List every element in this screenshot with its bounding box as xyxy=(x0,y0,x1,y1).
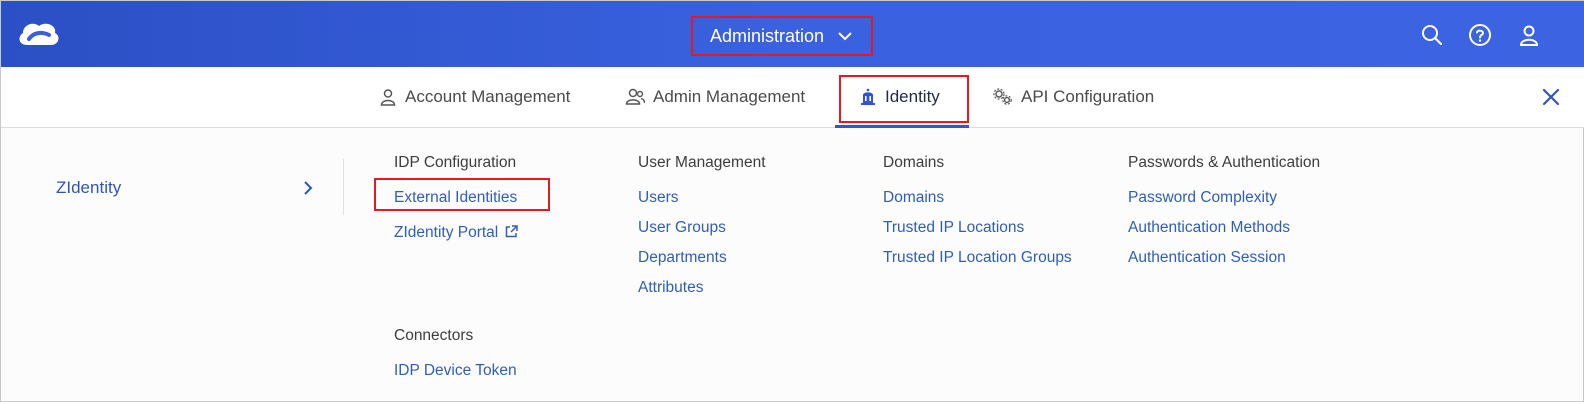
section-title: Connectors xyxy=(394,327,474,344)
link-users[interactable]: Users xyxy=(638,183,766,213)
section-title: User Management xyxy=(638,154,766,171)
administration-menu-button[interactable]: Administration xyxy=(691,16,873,56)
link-trusted-ip-location-groups[interactable]: Trusted IP Location Groups xyxy=(883,243,1072,273)
tab-active-indicator xyxy=(835,125,969,128)
gears-icon xyxy=(993,88,1012,105)
tab-bar: Account Management Admin Management Iden… xyxy=(1,67,1584,128)
link-password-complexity[interactable]: Password Complexity xyxy=(1128,183,1320,213)
tab-admin-management[interactable]: Admin Management xyxy=(625,67,805,127)
link-label: ZIdentity Portal xyxy=(394,224,499,241)
administration-menu-label: Administration xyxy=(709,25,825,46)
link-user-groups[interactable]: User Groups xyxy=(638,213,766,243)
sidebar-item-zidentity[interactable]: ZIdentity xyxy=(56,176,316,200)
section-domains: Domains Domains Trusted IP Locations Tru… xyxy=(883,153,1072,273)
sidebar-item-label: ZIdentity xyxy=(56,178,122,197)
chevron-right-icon xyxy=(304,181,313,195)
link-attributes[interactable]: Attributes xyxy=(638,273,766,303)
tab-label: Account Management xyxy=(405,87,571,106)
section-title: IDP Configuration xyxy=(394,154,517,171)
link-departments[interactable]: Departments xyxy=(638,243,766,273)
link-authentication-methods[interactable]: Authentication Methods xyxy=(1128,213,1320,243)
section-title: Passwords & Authentication xyxy=(1128,154,1321,171)
top-bar: Administration xyxy=(1,1,1584,67)
tab-label: API Configuration xyxy=(1021,87,1155,106)
external-identities-highlight xyxy=(374,178,550,211)
user-icon[interactable] xyxy=(1517,23,1541,47)
section-user-management: User Management Users User Groups Depart… xyxy=(638,153,766,303)
divider xyxy=(343,159,344,215)
chevron-down-icon xyxy=(838,32,852,41)
tab-api-configuration[interactable]: API Configuration xyxy=(993,67,1154,127)
link-trusted-ip-locations[interactable]: Trusted IP Locations xyxy=(883,213,1072,243)
tab-account-management[interactable]: Account Management xyxy=(379,67,570,127)
section-passwords-authentication: Passwords & Authentication Password Comp… xyxy=(1128,153,1320,273)
person-icon xyxy=(380,89,396,106)
close-icon[interactable] xyxy=(1541,87,1561,107)
external-link-icon xyxy=(506,225,518,238)
link-authentication-session[interactable]: Authentication Session xyxy=(1128,243,1320,273)
search-icon[interactable] xyxy=(1420,23,1444,47)
admin-users-icon xyxy=(625,88,645,105)
tab-label: Admin Management xyxy=(653,87,806,106)
section-title: Domains xyxy=(883,154,945,171)
link-idp-device-token[interactable]: IDP Device Token xyxy=(394,356,517,386)
link-zidentity-portal[interactable]: ZIdentity Portal xyxy=(394,218,519,248)
section-connectors: Connectors IDP Device Token xyxy=(394,326,517,386)
tab-identity-highlight xyxy=(839,75,969,123)
link-domains[interactable]: Domains xyxy=(883,183,1072,213)
cloud-logo-icon[interactable] xyxy=(15,19,61,49)
help-icon[interactable] xyxy=(1468,23,1492,47)
